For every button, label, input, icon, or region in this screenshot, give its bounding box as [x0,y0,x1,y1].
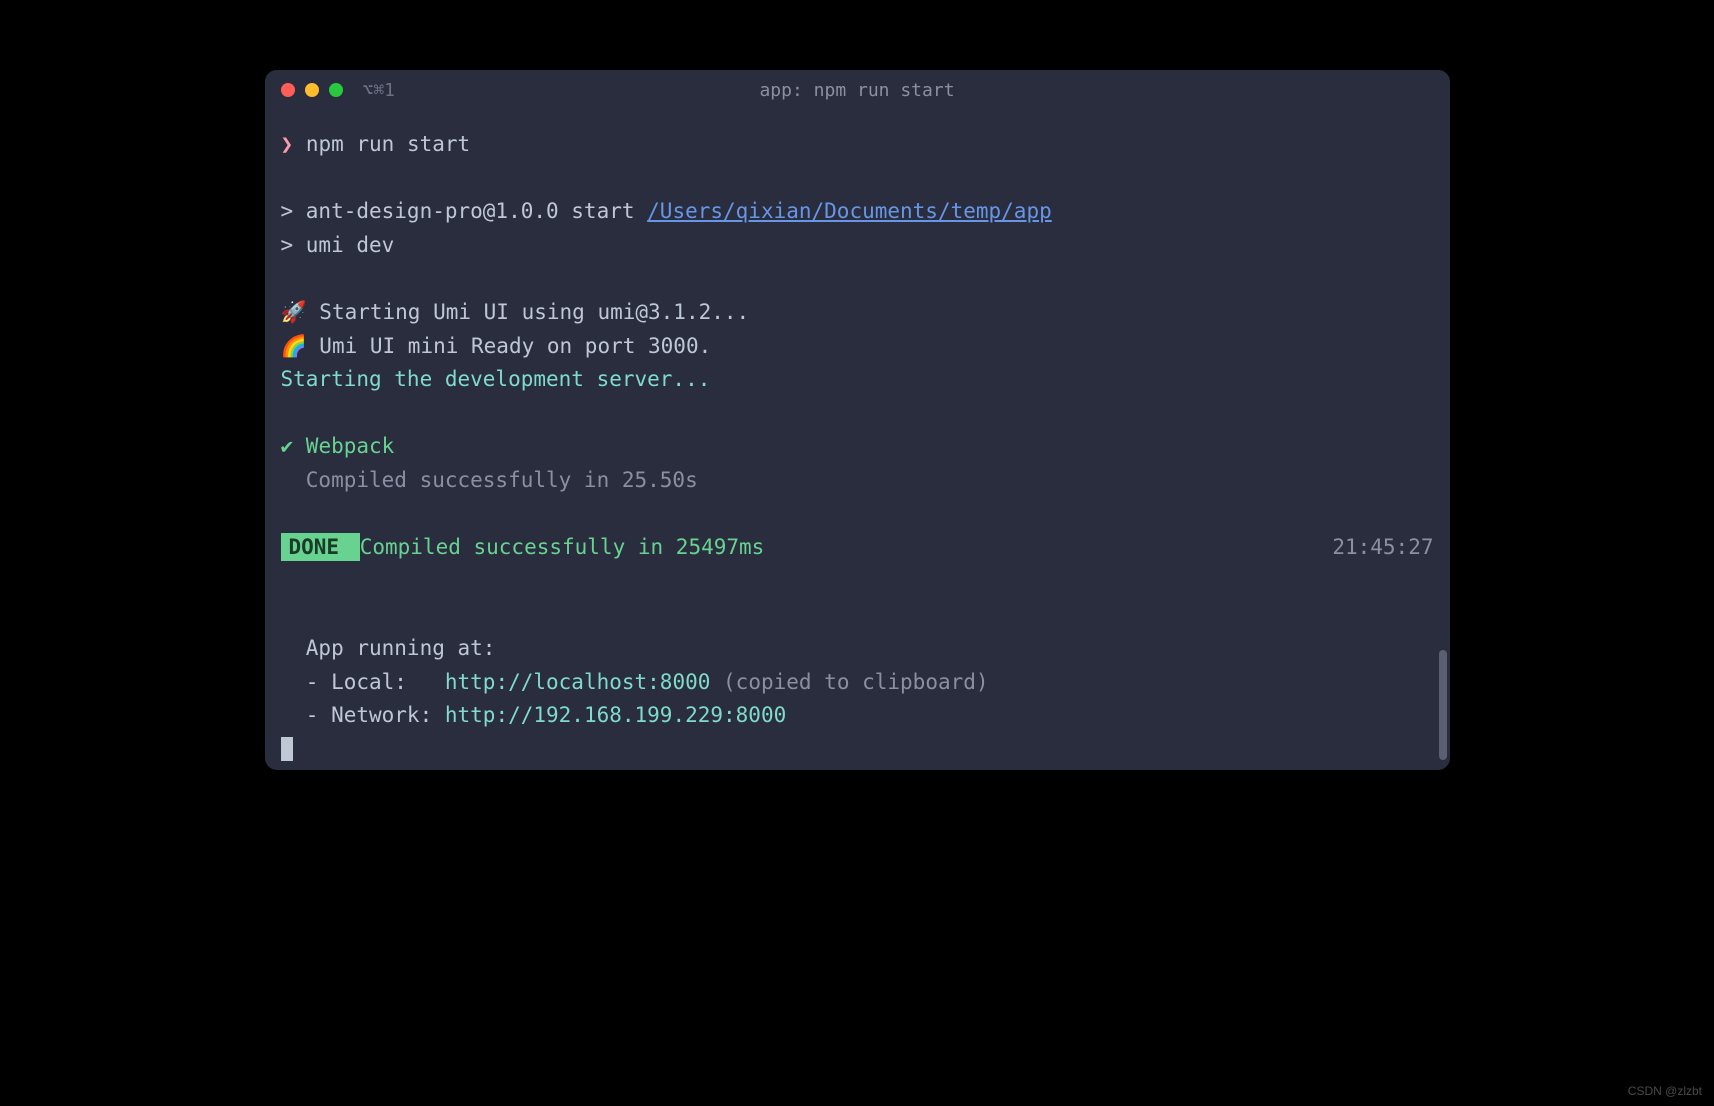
local-url[interactable]: http://localhost:8000 [445,670,711,694]
prompt-symbol: ❯ [281,132,294,156]
done-line: DONE Compiled successfully in 25497ms 21… [281,531,1434,565]
close-button[interactable] [281,83,295,97]
working-directory-path[interactable]: /Users/qixian/Documents/temp/app [647,199,1052,223]
rainbow-icon: 🌈 [281,334,307,358]
scrollbar[interactable] [1439,650,1447,760]
watermark: CSDN @zlzbt [1628,1084,1702,1098]
traffic-lights [281,83,343,97]
rocket-icon: 🚀 [281,300,307,324]
script-start-line: > ant-design-pro@1.0.0 start /Users/qixi… [281,195,1434,229]
command-input: npm run start [306,132,470,156]
local-url-line: - Local: http://localhost:8000 (copied t… [281,666,1434,700]
webpack-status-line: ✔ Webpack [281,430,1434,464]
timestamp: 21:45:27 [1332,531,1433,565]
check-icon: ✔ [281,434,294,458]
done-message: Compiled successfully in 25497ms [360,535,765,559]
maximize-button[interactable] [329,83,343,97]
done-badge: DONE [281,533,360,561]
umi-dev-line: > umi dev [281,229,1434,263]
prompt-line: ❯ npm run start [281,128,1434,162]
tab-shortcut: ⌥⌘1 [363,80,396,101]
network-url[interactable]: http://192.168.199.229:8000 [445,703,786,727]
umi-ready-line: 🌈 Umi UI mini Ready on port 3000. [281,330,1434,364]
app-running-line: App running at: [281,632,1434,666]
terminal-content[interactable]: ❯ npm run start > ant-design-pro@1.0.0 s… [265,110,1450,770]
window-title: app: npm run start [759,80,954,101]
cursor [281,737,293,761]
terminal-window: ⌥⌘1 app: npm run start ❯ npm run start >… [265,70,1450,770]
network-url-line: - Network: http://192.168.199.229:8000 [281,699,1434,733]
dev-server-line: Starting the development server... [281,363,1434,397]
clipboard-note: (copied to clipboard) [710,670,988,694]
cursor-line [281,733,1434,767]
compiled-time-line: Compiled successfully in 25.50s [281,464,1434,498]
starting-umi-line: 🚀 Starting Umi UI using umi@3.1.2... [281,296,1434,330]
minimize-button[interactable] [305,83,319,97]
titlebar: ⌥⌘1 app: npm run start [265,70,1450,110]
